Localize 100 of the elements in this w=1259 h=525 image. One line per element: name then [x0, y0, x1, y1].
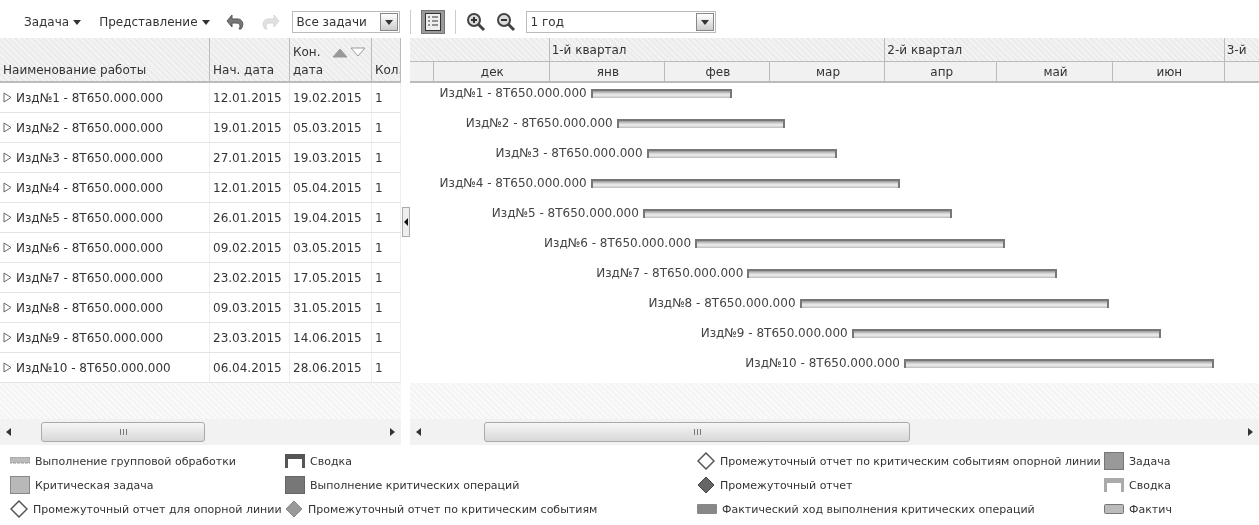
name-cell[interactable]: Изд№1 - 8Т650.000.000	[0, 83, 210, 112]
legend-label: Фактич	[1129, 502, 1172, 516]
expand-icon[interactable]	[3, 362, 12, 373]
row-name: Изд№3 - 8Т650.000.000	[16, 150, 164, 165]
name-cell[interactable]: Изд№8 - 8Т650.000.000	[0, 293, 210, 322]
table-cell: 06.04.2015	[210, 353, 290, 382]
scroll-left-icon[interactable]	[416, 428, 421, 436]
legend-label: Задача	[1129, 454, 1171, 468]
collapse-handle[interactable]	[401, 206, 410, 237]
expand-icon[interactable]	[3, 302, 12, 313]
row-name: Изд№1 - 8Т650.000.000	[16, 90, 164, 105]
expand-icon[interactable]	[3, 212, 12, 223]
table-cell: 14.06.2015	[290, 323, 372, 352]
quarter-header: 3-й	[1224, 38, 1259, 61]
row-name: Изд№8 - 8Т650.000.000	[16, 300, 164, 315]
filter-select[interactable]: Все задачи	[291, 11, 400, 33]
scroll-right-icon[interactable]	[390, 428, 395, 436]
summary-bar-icon	[1104, 478, 1124, 492]
row-name: Изд№7 - 8Т650.000.000	[16, 270, 164, 285]
table-cell: 17.05.2015	[290, 263, 372, 292]
row-name: Изд№4 - 8Т650.000.000	[16, 180, 164, 195]
table-cell: 09.02.2015	[210, 233, 290, 262]
table-cell: 26.01.2015	[210, 203, 290, 232]
month-header: дек	[434, 62, 550, 81]
legend-label: Промежуточный отчет по критическим событиям	[308, 502, 598, 516]
table-cell: 27.01.2015	[210, 143, 290, 172]
box-icon	[285, 476, 305, 494]
table-cell: 09.03.2015	[210, 293, 290, 322]
name-cell[interactable]: Изд№2 - 8Т650.000.000	[0, 113, 210, 142]
row-name: Изд№10 - 8Т650.000.000	[16, 360, 171, 375]
task-bar[interactable]	[642, 209, 953, 218]
zoom-in-icon[interactable]	[465, 12, 486, 32]
expand-icon[interactable]	[3, 92, 12, 103]
name-cell[interactable]: Изд№9 - 8Т650.000.000	[0, 323, 210, 352]
scrollbar[interactable]	[0, 419, 401, 445]
caret-icon	[201, 19, 210, 25]
row-name: Изд№5 - 8Т650.000.000	[16, 210, 164, 225]
collapse-icon	[403, 217, 408, 226]
bar-label: Изд№5 - 8Т650.000.000	[491, 206, 639, 220]
legend-label: Фактический ход выполнения критических операций	[722, 502, 1035, 516]
month-header: июн	[1112, 62, 1225, 81]
list-view-button[interactable]	[420, 10, 445, 34]
quarter-header: 2-й квартал	[885, 38, 1225, 61]
table-cell: 12.01.2015	[210, 173, 290, 202]
name-cell[interactable]: Изд№5 - 8Т650.000.000	[0, 203, 210, 232]
task-bar[interactable]	[903, 359, 1214, 368]
caret-icon	[384, 19, 393, 25]
scroll-thumb[interactable]	[41, 422, 205, 442]
task-bar[interactable]	[646, 149, 837, 158]
task-bar[interactable]	[799, 299, 1110, 308]
scroll-right-icon[interactable]	[1248, 428, 1253, 436]
scrollbar[interactable]	[410, 419, 1259, 445]
bar-label: Изд№3 - 8Т650.000.000	[495, 146, 643, 160]
grip-icon	[693, 429, 701, 435]
summary-bar-icon	[285, 454, 305, 468]
task-bar[interactable]	[695, 239, 1005, 248]
zoom-out-icon[interactable]	[495, 12, 516, 32]
caret-icon	[700, 19, 709, 25]
task-bar[interactable]	[851, 329, 1162, 338]
sort-icon[interactable]	[332, 46, 366, 58]
task-bar[interactable]	[747, 269, 1057, 278]
name-cell[interactable]: Изд№10 - 8Т650.000.000	[0, 353, 210, 382]
legend-label: Критическая задача	[35, 478, 154, 492]
table-cell: 19.04.2015	[290, 203, 372, 232]
expand-icon[interactable]	[3, 242, 12, 253]
bar-icon	[1104, 504, 1124, 514]
scroll-thumb[interactable]	[484, 422, 910, 442]
name-cell[interactable]: Изд№4 - 8Т650.000.000	[0, 173, 210, 202]
month-header: янв	[549, 62, 666, 81]
box-icon	[1104, 452, 1124, 470]
scale-select[interactable]: 1 год	[525, 11, 716, 33]
table-cell: 12.01.2015	[210, 83, 290, 112]
bar-label: Изд№6 - 8Т650.000.000	[544, 236, 692, 250]
name-cell[interactable]: Изд№6 - 8Т650.000.000	[0, 233, 210, 262]
diamond-icon	[10, 500, 28, 518]
task-bar[interactable]	[616, 119, 785, 128]
name-cell[interactable]: Изд№7 - 8Т650.000.000	[0, 263, 210, 292]
column-header[interactable]: Кон. дата	[290, 38, 372, 81]
dashed-bar-icon	[10, 457, 30, 465]
diamond-icon	[285, 500, 303, 518]
bar-label: Изд№9 - 8Т650.000.000	[700, 326, 848, 340]
expand-icon[interactable]	[3, 332, 12, 343]
caret-icon	[73, 19, 82, 25]
expand-icon[interactable]	[3, 152, 12, 163]
column-header[interactable]: Нач. дата	[210, 38, 290, 81]
box-icon	[10, 476, 30, 494]
name-cell[interactable]: Изд№3 - 8Т650.000.000	[0, 143, 210, 172]
task-bar[interactable]	[590, 179, 901, 188]
legend-label: Промежуточный отчет для опорной линии	[33, 502, 282, 516]
column-header[interactable]: Наименование работы	[0, 38, 210, 81]
legend-label: Промежуточный отчет по критическим событиям опорной линии	[720, 454, 1101, 468]
menu-button[interactable]: Задача	[20, 13, 86, 31]
bar-label: Изд№10 - 8Т650.000.000	[745, 356, 900, 370]
expand-icon[interactable]	[3, 272, 12, 283]
task-bar[interactable]	[590, 89, 733, 98]
menu-button[interactable]: Представление	[95, 13, 214, 31]
bar-label: Изд№7 - 8Т650.000.000	[596, 266, 744, 280]
scroll-left-icon[interactable]	[6, 428, 11, 436]
expand-icon[interactable]	[3, 122, 12, 133]
expand-icon[interactable]	[3, 182, 12, 193]
